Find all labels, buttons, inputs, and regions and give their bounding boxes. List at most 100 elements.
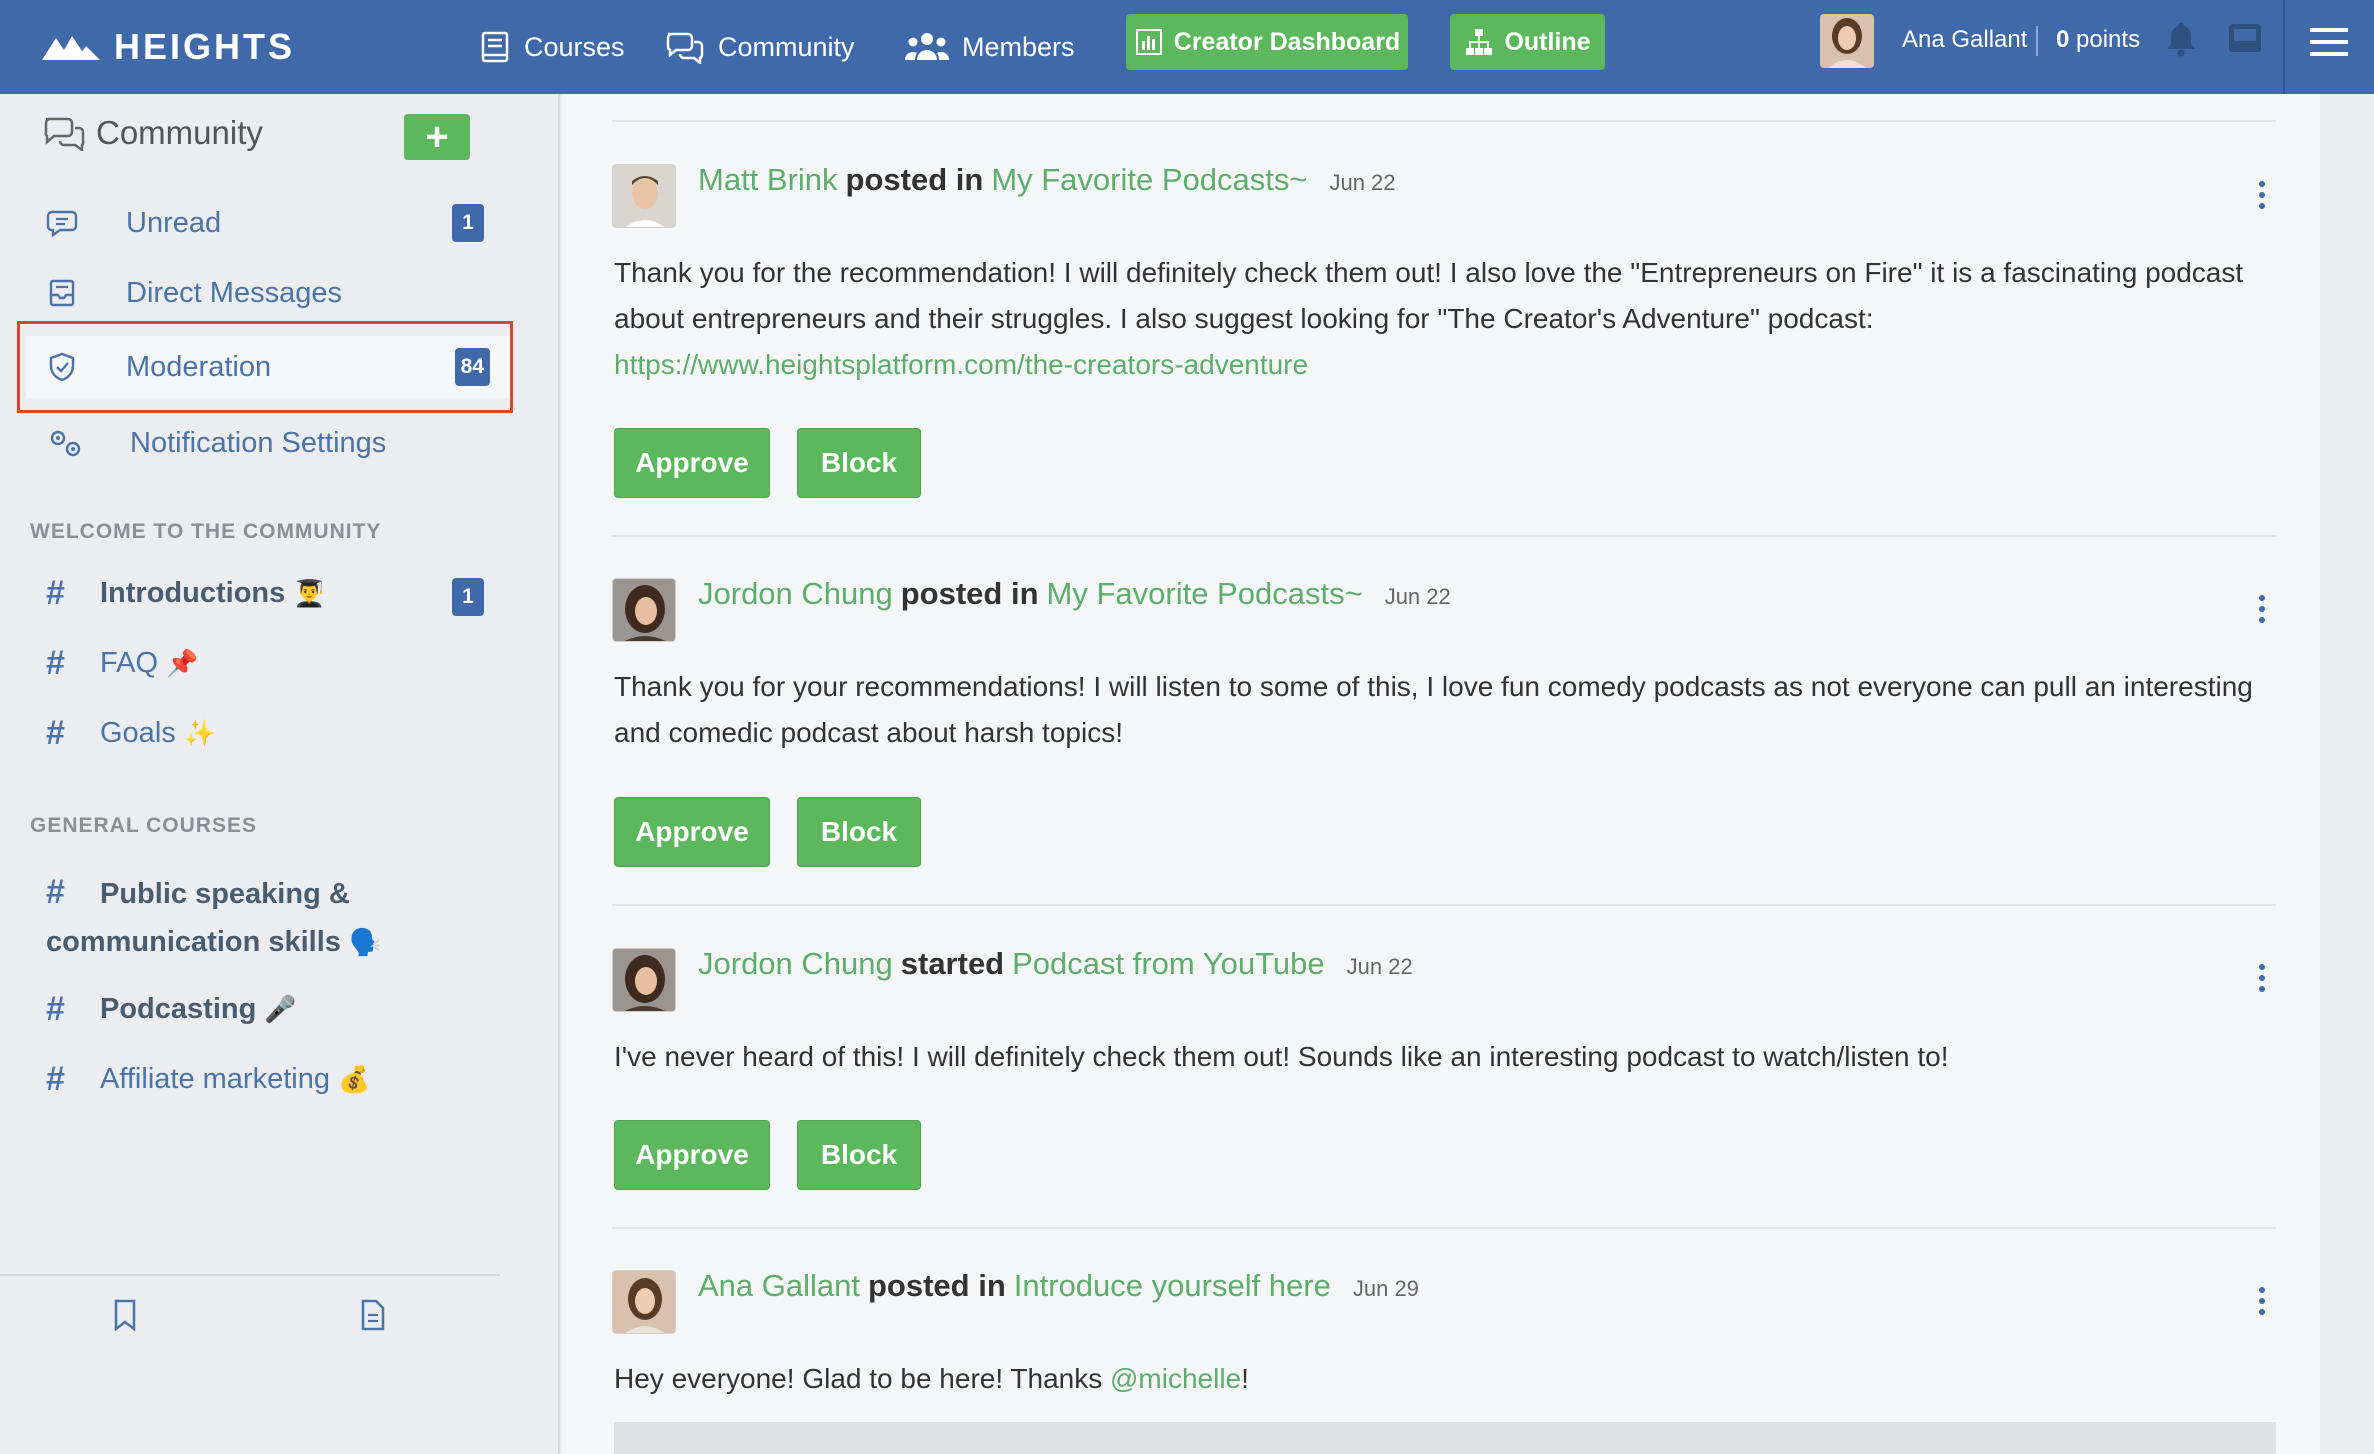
hamburger-menu-icon[interactable] [2310,26,2348,58]
sidebar-item-unread[interactable]: Unread 1 [20,192,510,254]
post-header: Jordon Chung posted in My Favorite Podca… [698,576,1451,612]
hash-icon: # [46,714,65,752]
sidebar-footer-divider [0,1274,500,1276]
comment-icon [46,207,90,239]
post-verb: posted in [845,162,984,197]
brand-name: HEIGHTS [114,26,296,67]
unread-count-badge: 1 [452,204,484,242]
more-options-icon[interactable] [2256,963,2268,993]
channel-introductions[interactable]: # Introductions 👨‍🎓 [46,574,326,613]
outline-label: Outline [1504,27,1591,56]
user-name[interactable]: Ana Gallant [1902,26,2027,54]
post-topic-link[interactable]: Introduce yourself here [1014,1268,1331,1304]
post-author-link[interactable]: Ana Gallant [698,1268,860,1304]
channel-faq[interactable]: # FAQ 📌 [46,644,198,683]
chat-bubbles-icon [44,117,85,151]
channel-label: Podcasting [100,993,257,1025]
document-icon[interactable] [358,1298,388,1332]
post-body: I've never heard of this! I will definit… [614,1034,2274,1080]
approve-button[interactable]: Approve [614,428,770,498]
hash-icon: # [46,574,65,612]
block-button[interactable]: Block [797,1120,921,1190]
post-text: ! [1241,1363,1249,1394]
points-label: points [2076,26,2141,53]
block-button[interactable]: Block [797,797,921,867]
nav-members[interactable]: Members [904,18,1075,76]
sidebar-title: Community [42,114,263,152]
channel-goals[interactable]: # Goals ✨ [46,714,216,753]
channel-emoji: 👨‍🎓 [293,578,326,608]
bar-chart-icon [1135,29,1162,55]
author-portrait-icon [613,949,675,1011]
brand-logo[interactable]: HEIGHTS [42,22,295,72]
introductions-count-badge: 1 [452,578,484,616]
sidebar-item-direct-messages[interactable]: Direct Messages [20,262,510,324]
post-link[interactable]: https://www.heightsplatform.com/the-crea… [614,342,2274,388]
hash-icon: # [46,1060,65,1098]
divider [2036,26,2038,56]
avatar[interactable] [612,948,676,1012]
channel-emoji: ✨ [183,718,217,748]
sidebar-title-label: Community [96,114,263,151]
sidebar-item-label: Notification Settings [130,426,387,459]
channel-emoji: 📌 [166,648,199,678]
nav-community[interactable]: Community [662,18,855,76]
channel-podcasting[interactable]: # Podcasting 🎤 [46,990,297,1029]
add-channel-button[interactable]: + [404,114,470,160]
post-date: Jun 29 [1352,1276,1419,1301]
approve-button[interactable]: Approve [614,797,770,867]
more-options-icon[interactable] [2256,1286,2268,1316]
channel-emoji: 🗣️ [348,927,382,957]
post-topic-link[interactable]: Podcast from YouTube [1012,946,1325,982]
avatar[interactable] [612,578,676,642]
channel-label: Goals [100,717,176,749]
post-date: Jun 22 [1329,170,1396,195]
channel-emoji: 🎤 [264,994,297,1024]
user-points[interactable]: 0 points [2056,26,2140,54]
post-author-link[interactable]: Jordon Chung [698,576,893,612]
nav-courses[interactable]: Courses [478,18,625,76]
post-divider [612,535,2276,537]
block-button[interactable]: Block [797,428,921,498]
author-portrait-icon [613,1271,675,1333]
gears-icon [46,427,90,459]
post-date: Jun 22 [1384,584,1451,609]
author-portrait-icon [613,165,675,227]
mountain-logo-icon [42,36,100,60]
inbox-icon[interactable] [2226,20,2264,56]
sitemap-icon [1466,29,1493,55]
post-text: Hey everyone! Glad to be here! Thanks [614,1363,1110,1394]
mention-link[interactable]: @michelle [1110,1363,1241,1394]
post-text: Thank you for your recommendations! I wi… [614,671,2253,702]
outline-button[interactable]: Outline [1450,14,1605,70]
approve-button[interactable]: Approve [614,1120,770,1190]
avatar[interactable] [612,1270,676,1334]
bell-icon[interactable] [2164,20,2198,58]
post-topic-link[interactable]: My Favorite Podcasts~ [1047,576,1363,612]
user-avatar[interactable] [1820,14,1874,68]
post-author-link[interactable]: Matt Brink [698,162,838,198]
bookmark-icon[interactable] [110,1298,140,1332]
post-verb: posted in [900,576,1039,611]
section-title-general-courses: GENERAL COURSES [30,814,257,837]
post-topic-link[interactable]: My Favorite Podcasts~ [991,162,1307,198]
post-divider [612,120,2276,122]
nav-members-label: Members [962,31,1075,62]
more-options-icon[interactable] [2256,594,2268,624]
creator-dashboard-button[interactable]: Creator Dashboard [1126,14,1408,70]
post-body: Thank you for your recommendations! I wi… [614,664,2274,756]
chat-bubbles-icon [666,32,704,64]
feed-gutter [2320,94,2374,1454]
nav-community-label: Community [718,31,855,62]
post-verb: started [900,946,1005,981]
channel-public-speaking[interactable]: # Public speaking & communication skills … [46,868,486,966]
avatar[interactable] [612,164,676,228]
channel-affiliate-marketing[interactable]: # Affiliate marketing 💰 [46,1060,370,1099]
post-text: about entrepreneurs and their struggles.… [614,303,1874,334]
sidebar-item-notification-settings[interactable]: Notification Settings [20,412,510,474]
author-portrait-icon [613,579,675,641]
points-value: 0 [2056,26,2070,53]
post-author-link[interactable]: Jordon Chung [698,946,893,982]
hash-icon: # [46,644,65,682]
more-options-icon[interactable] [2256,180,2268,210]
